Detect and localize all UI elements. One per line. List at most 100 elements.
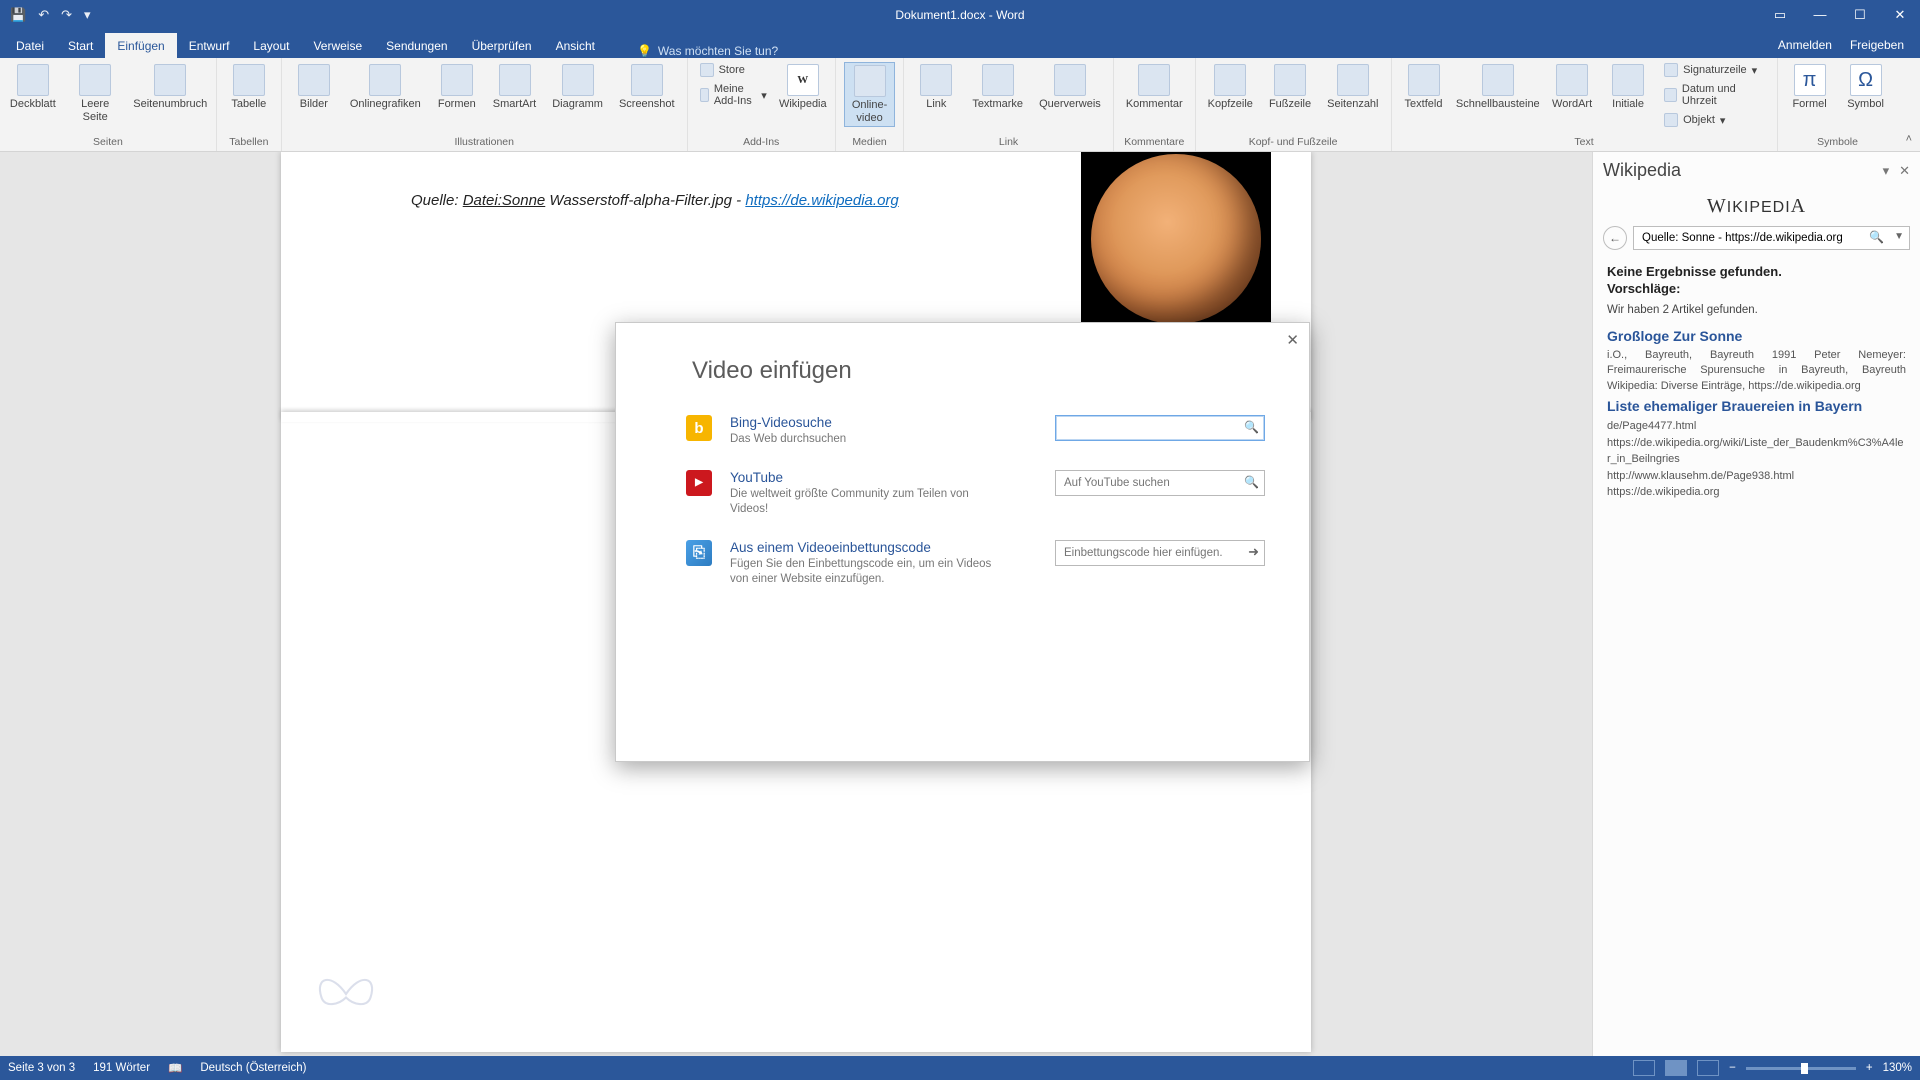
word-count[interactable]: 191 Wörter [93, 1062, 150, 1074]
redo-icon[interactable]: ↷ [61, 7, 72, 23]
meine-addins-button[interactable]: Meine Add-Ins ▾ [696, 82, 771, 108]
no-results-label: Keine Ergebnisse gefunden. [1607, 264, 1906, 279]
tab-start[interactable]: Start [56, 33, 105, 58]
link-button[interactable]: Link [912, 62, 960, 113]
submit-arrow-icon[interactable]: ➜ [1248, 544, 1259, 560]
symbol-button[interactable]: ΩSymbol [1842, 62, 1890, 113]
diagramm-button[interactable]: Diagramm [548, 62, 607, 113]
bing-search-input[interactable] [1055, 415, 1265, 441]
provider-bing-row: b Bing-Videosuche Das Web durchsuchen 🔍 [616, 407, 1309, 462]
qat-more-icon[interactable]: ▾ [84, 7, 91, 23]
minimize-icon[interactable]: — [1800, 0, 1840, 30]
seitenumbruch-button[interactable]: Seitenumbruch [133, 62, 208, 113]
collapse-ribbon-icon[interactable]: ˄ [1898, 127, 1920, 151]
tab-ueberpruefen[interactable]: Überprüfen [460, 33, 544, 58]
tab-ansicht[interactable]: Ansicht [544, 33, 607, 58]
provider-embed-row: ⎘ Aus einem Videoeinbettungscode Fügen S… [616, 532, 1309, 602]
youtube-search-input[interactable] [1055, 470, 1265, 496]
back-button[interactable]: ← [1603, 226, 1627, 250]
online-video-icon [854, 65, 886, 97]
datum-uhrzeit-button[interactable]: Datum und Uhrzeit [1660, 82, 1768, 108]
print-layout-button[interactable] [1665, 1060, 1687, 1076]
save-icon[interactable]: 💾 [10, 7, 26, 23]
tab-verweise[interactable]: Verweise [301, 33, 374, 58]
screenshot-button[interactable]: Screenshot [615, 62, 679, 113]
group-medien: Online-video Medien [836, 58, 905, 151]
bing-title[interactable]: Bing-Videosuche [730, 415, 1037, 430]
tabelle-button[interactable]: Tabelle [225, 62, 273, 113]
datetime-icon [1664, 88, 1677, 102]
group-text: Textfeld Schnellbausteine WordArt Initia… [1392, 58, 1778, 151]
fusszeile-button[interactable]: Fußzeile [1265, 62, 1315, 113]
tab-einfuegen[interactable]: Einfügen [105, 33, 176, 58]
deckblatt-button[interactable]: Deckblatt [8, 62, 58, 113]
ribbon-options-icon[interactable]: ▭ [1760, 0, 1800, 30]
bilder-button[interactable]: Bilder [290, 62, 338, 113]
zoom-slider[interactable] [1746, 1067, 1856, 1070]
search-icon[interactable]: 🔍 [1244, 475, 1259, 489]
tab-datei[interactable]: Datei [4, 33, 56, 58]
share-button[interactable]: Freigeben [1850, 32, 1904, 58]
store-button[interactable]: Store [696, 62, 771, 78]
web-layout-button[interactable] [1697, 1060, 1719, 1076]
online-video-button[interactable]: Online-video [844, 62, 896, 127]
kommentar-button[interactable]: Kommentar [1122, 62, 1187, 113]
zoom-level[interactable]: 130% [1883, 1062, 1912, 1074]
signaturzeile-button[interactable]: Signaturzeile ▾ [1660, 62, 1768, 78]
seitenzahl-button[interactable]: Seitenzahl [1323, 62, 1382, 113]
wikipedia-button[interactable]: WWikipedia [779, 62, 827, 113]
kopfzeile-button[interactable]: Kopfzeile [1204, 62, 1257, 113]
result-links[interactable]: de/Page4477.html https://de.wikipedia.or… [1607, 418, 1906, 501]
search-icon[interactable]: 🔍 [1869, 230, 1884, 244]
equation-icon: π [1794, 64, 1826, 96]
formel-button[interactable]: πFormel [1786, 62, 1834, 113]
language-indicator[interactable]: Deutsch (Österreich) [200, 1062, 306, 1074]
ribbon: Deckblatt Leere Seite Seitenumbruch Seit… [0, 58, 1920, 152]
undo-icon[interactable]: ↶ [38, 7, 49, 23]
document-area[interactable]: Quelle: Datei:Sonne Wasserstoff-alpha-Fi… [0, 152, 1592, 1056]
close-icon[interactable]: ✕ [1880, 0, 1920, 30]
textmarke-button[interactable]: Textmarke [968, 62, 1027, 113]
pictures-icon [298, 64, 330, 96]
spellcheck-icon[interactable]: 📖 [168, 1061, 182, 1075]
querverweis-button[interactable]: Querverweis [1035, 62, 1105, 113]
window-controls: ▭ — ☐ ✕ [1760, 0, 1920, 30]
pane-menu-icon[interactable]: ▾ [1883, 163, 1890, 179]
suggestions-label: Vorschläge: [1607, 281, 1906, 296]
pane-close-icon[interactable]: ✕ [1899, 163, 1910, 179]
zoom-out-button[interactable]: − [1729, 1062, 1736, 1074]
leere-seite-button[interactable]: Leere Seite [66, 62, 125, 125]
search-icon[interactable]: 🔍 [1244, 420, 1259, 434]
tab-entwurf[interactable]: Entwurf [177, 33, 242, 58]
chevron-down-icon[interactable]: ▼ [1894, 231, 1904, 242]
objekt-button[interactable]: Objekt ▾ [1660, 112, 1768, 128]
result-title[interactable]: Liste ehemaliger Brauereien in Bayern [1607, 398, 1906, 414]
onlinegrafiken-button[interactable]: Onlinegrafiken [346, 62, 425, 113]
result-title[interactable]: Großloge Zur Sonne [1607, 328, 1906, 344]
initiale-button[interactable]: Initiale [1604, 62, 1652, 113]
zoom-in-button[interactable]: + [1866, 1062, 1873, 1074]
wordart-button[interactable]: WordArt [1548, 62, 1596, 113]
my-addins-icon [700, 88, 709, 102]
schnellbausteine-button[interactable]: Schnellbausteine [1456, 62, 1541, 113]
page-indicator[interactable]: Seite 3 von 3 [8, 1062, 75, 1074]
blank-page-icon [79, 64, 111, 96]
smartart-button[interactable]: SmartArt [489, 62, 540, 113]
tab-layout[interactable]: Layout [241, 33, 301, 58]
embed-title[interactable]: Aus einem Videoeinbettungscode [730, 540, 1037, 555]
tab-sendungen[interactable]: Sendungen [374, 33, 459, 58]
formen-button[interactable]: Formen [433, 62, 481, 113]
embed-code-input[interactable] [1055, 540, 1265, 566]
read-mode-button[interactable] [1633, 1060, 1655, 1076]
signin-link[interactable]: Anmelden [1778, 32, 1832, 58]
result-item[interactable]: Liste ehemaliger Brauereien in Bayern de… [1607, 398, 1906, 501]
tell-me-search[interactable]: 💡 Was möchten Sie tun? [627, 44, 788, 58]
smartart-icon [499, 64, 531, 96]
result-item[interactable]: Großloge Zur Sonne i.O., Bayreuth, Bayre… [1607, 328, 1906, 394]
textfeld-button[interactable]: Textfeld [1400, 62, 1448, 113]
youtube-title[interactable]: YouTube [730, 470, 1037, 485]
maximize-icon[interactable]: ☐ [1840, 0, 1880, 30]
textbox-icon [1408, 64, 1440, 96]
group-label: Seiten [93, 134, 123, 151]
dialog-close-icon[interactable]: ✕ [1286, 331, 1299, 349]
